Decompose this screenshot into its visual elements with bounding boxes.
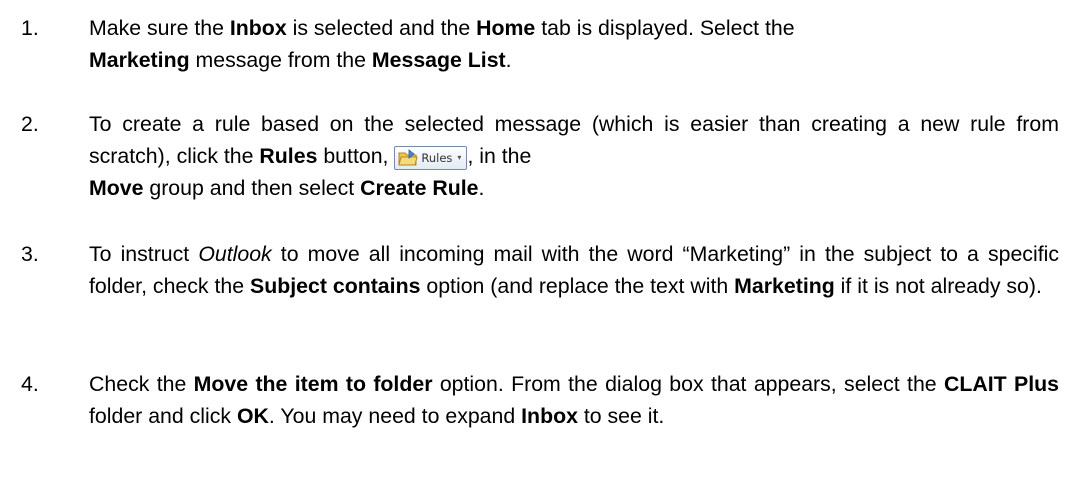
step-text: To create a rule based on the selected m… — [89, 108, 1059, 204]
bold-term: Home — [476, 16, 536, 40]
bold-term: OK — [236, 404, 269, 428]
text-run: option (and replace the text with — [420, 274, 735, 298]
text-run: tab is displayed. Select the — [535, 16, 795, 40]
bold-term: Move — [89, 176, 144, 200]
text-run: folder and click — [89, 404, 237, 428]
text-run: is selected and the — [286, 16, 477, 40]
bold-term: Move the item to folder — [193, 372, 433, 396]
rules-folder-icon — [398, 149, 419, 166]
text-run: if it is not already so). — [834, 274, 1042, 298]
step-number: 1. — [21, 16, 39, 40]
italic-term: Outlook — [198, 242, 272, 266]
bold-term: Inbox — [521, 404, 578, 428]
text-run: to see it. — [577, 404, 665, 428]
text-run: To instruct — [89, 242, 199, 266]
text-run: button, — [317, 144, 395, 168]
bold-term: Subject contains — [250, 274, 421, 298]
text-run: . You may need to expand — [268, 404, 522, 428]
bold-term: Message List — [371, 48, 506, 72]
bold-term: Marketing — [734, 274, 835, 298]
text-run: option. From the dialog box that appears… — [432, 372, 944, 396]
bold-term: Create Rule — [360, 176, 479, 200]
rules-button-label: Rules — [421, 151, 453, 165]
chevron-down-icon: ▾ — [457, 153, 462, 162]
bold-term: Rules — [259, 144, 318, 168]
step-text: Make sure the Inbox is selected and the … — [89, 12, 1059, 76]
step-number: 3. — [21, 242, 39, 266]
text-run: Check the — [89, 372, 194, 396]
text-run: group and then select — [143, 176, 361, 200]
text-run: . — [505, 48, 512, 72]
text-run: To create a rule based on the selected m… — [89, 112, 1059, 168]
text-run: , in the — [467, 144, 532, 168]
bold-term: Marketing — [89, 48, 190, 72]
step-number: 4. — [21, 372, 39, 396]
bold-term: Inbox — [229, 16, 287, 40]
text-run: . — [478, 176, 485, 200]
step-number: 2. — [21, 112, 39, 136]
bold-term: CLAIT Plus — [943, 372, 1059, 396]
text-run: Make sure the — [89, 16, 230, 40]
step-text: Check the Move the item to folder option… — [89, 368, 1059, 432]
rules-button: Rules ▾ — [394, 146, 468, 170]
step-text: To instruct Outlook to move all incoming… — [89, 238, 1059, 302]
text-run: message from the — [189, 48, 372, 72]
